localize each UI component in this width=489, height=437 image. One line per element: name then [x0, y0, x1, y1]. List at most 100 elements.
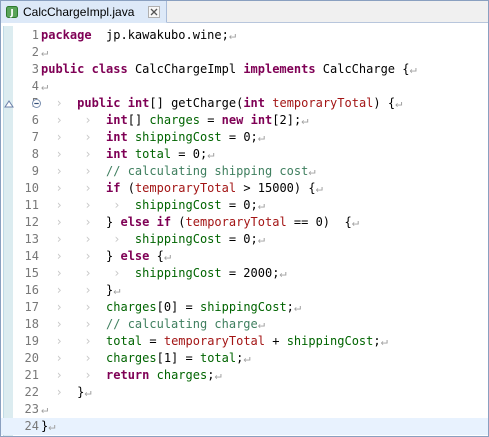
code-text: › › charges[1] = total;↵ — [41, 350, 251, 367]
end-of-line-marker: ↵ — [243, 351, 251, 365]
code-token: [1] = — [156, 351, 200, 365]
code-text: public class CalcChargeImpl implements C… — [41, 61, 417, 78]
code-line[interactable]: 15 › › › shippingCost = 2000;↵ — [1, 265, 488, 282]
line-number: 11 — [24, 198, 39, 212]
whitespace-marker: › › — [41, 317, 107, 331]
override-marker-icon[interactable] — [3, 98, 15, 110]
code-line[interactable]: 17 › › charges[0] = shippingCost;↵ — [1, 299, 488, 316]
end-of-line-marker: ↵ — [41, 45, 49, 59]
line-number: 21 — [24, 368, 39, 382]
code-token: int — [127, 96, 150, 110]
code-line[interactable]: 21 › › return charges;↵ — [1, 367, 488, 384]
whitespace-marker: › — [41, 385, 78, 399]
line-number: 7 — [31, 130, 39, 144]
close-icon[interactable] — [148, 6, 160, 18]
code-token: temporaryTotal — [134, 181, 237, 195]
code-line[interactable]: 24}↵ — [1, 418, 488, 435]
end-of-line-marker: ↵ — [315, 181, 323, 195]
end-of-line-marker: ↵ — [113, 283, 121, 297]
code-text: ↵ — [41, 78, 48, 95]
whitespace-marker: › › — [41, 130, 107, 144]
fold-collapse-icon[interactable] — [32, 99, 41, 108]
whitespace-marker: › — [41, 96, 78, 110]
line-number: 1 — [31, 28, 39, 42]
code-token: if — [156, 215, 172, 229]
code-text: › › // calculating charge↵ — [41, 316, 265, 333]
code-line[interactable]: 10 › › if (temporaryTotal > 15000) {↵ — [1, 180, 488, 197]
whitespace-marker: › › — [41, 300, 107, 314]
line-number: 13 — [24, 232, 39, 246]
code-token: shippingCost — [134, 232, 222, 246]
line-number: 6 — [31, 113, 39, 127]
line-number: 4 — [31, 79, 39, 93]
code-line[interactable]: 20 › › charges[1] = total;↵ — [1, 350, 488, 367]
line-number: 17 — [24, 300, 39, 314]
code-token: temporaryTotal — [163, 334, 265, 348]
line-number: 18 — [24, 317, 39, 331]
code-token: } — [106, 249, 121, 263]
code-text: › › › shippingCost = 2000;↵ — [41, 265, 286, 282]
code-text: package jp.kawakubo.wine;↵ — [41, 27, 236, 44]
code-line[interactable]: 16 › › }↵ — [1, 282, 488, 299]
code-line[interactable]: 12 › › } else if (temporaryTotal == 0) {… — [1, 214, 488, 231]
code-token: else — [120, 249, 150, 263]
code-line[interactable]: 1 package jp.kawakubo.wine;↵ — [1, 27, 488, 44]
code-text: › › total = temporaryTotal + shippingCos… — [41, 333, 387, 350]
code-line[interactable]: 23 ↵ — [1, 401, 488, 418]
code-line[interactable]: 7 › › int shippingCost = 0;↵ — [1, 129, 488, 146]
code-token: total — [106, 334, 143, 348]
code-text: › › // calculating shipping cost↵ — [41, 163, 315, 180]
code-line[interactable]: 5 › public int[] getCharge(int temporary… — [1, 95, 488, 112]
code-token: jp.kawakubo.wine; — [91, 28, 229, 42]
code-token: ( — [120, 181, 135, 195]
code-line[interactable]: 8 › › int total = 0;↵ — [1, 146, 488, 163]
code-line[interactable]: 14 › › } else {↵ — [1, 248, 488, 265]
end-of-line-marker: ↵ — [41, 79, 49, 93]
end-of-line-marker: ↵ — [84, 385, 92, 399]
code-token: shippingCost — [199, 300, 287, 314]
end-of-line-marker: ↵ — [395, 96, 403, 110]
code-token: > 15000) { — [236, 181, 316, 195]
code-line[interactable]: 6 › › int[] charges = new int[2];↵ — [1, 112, 488, 129]
code-text: › › return charges;↵ — [41, 367, 221, 384]
code-token: charges — [106, 300, 157, 314]
code-token: total — [199, 351, 237, 365]
code-text: › › charges[0] = shippingCost;↵ — [41, 299, 301, 316]
code-token: public — [41, 62, 85, 76]
end-of-line-marker: ↵ — [48, 419, 56, 433]
code-token: class — [91, 62, 128, 76]
code-token: int — [106, 147, 128, 161]
editor-tab[interactable]: J CalcChargeImpl.java — [1, 1, 167, 23]
end-of-line-marker: ↵ — [163, 249, 172, 263]
code-text: › › int[] charges = new int[2];↵ — [41, 112, 308, 129]
code-token: = — [142, 334, 164, 348]
code-token: // calculating charge — [106, 317, 258, 331]
tab-label: CalcChargeImpl.java — [23, 4, 135, 19]
code-line[interactable]: 22 › }↵ — [1, 384, 488, 401]
code-text: › › } else {↵ — [41, 248, 171, 265]
code-token: public — [77, 96, 121, 110]
whitespace-marker: › › — [41, 283, 107, 297]
code-line[interactable]: 2 ↵ — [1, 44, 488, 61]
code-line[interactable]: 3 public class CalcChargeImpl implements … — [1, 61, 488, 78]
code-token: = — [199, 113, 222, 127]
code-token: total — [134, 147, 172, 161]
code-editor[interactable]: 1 package jp.kawakubo.wine;↵ 2 ↵ 3 public cla… — [1, 24, 488, 436]
code-line[interactable]: 11 › › › shippingCost = 0;↵ — [1, 197, 488, 214]
code-line[interactable]: 13 › › › shippingCost = 0;↵ — [1, 231, 488, 248]
code-line[interactable]: 9 › › // calculating shipping cost↵ — [1, 163, 488, 180]
code-line[interactable]: 4 ↵ — [1, 78, 488, 95]
code-line[interactable]: 19 › › total = temporaryTotal + shipping… — [1, 333, 488, 350]
code-line[interactable]: 18 › › // calculating charge↵ — [1, 316, 488, 333]
code-token: == 0) { — [286, 215, 352, 229]
svg-text:J: J — [9, 8, 13, 18]
end-of-line-marker: ↵ — [301, 113, 309, 127]
code-token: [2]; — [272, 113, 302, 127]
code-token: = 2000; — [221, 266, 280, 280]
code-token: shippingCost — [134, 266, 222, 280]
end-of-line-marker: ↵ — [409, 62, 417, 76]
